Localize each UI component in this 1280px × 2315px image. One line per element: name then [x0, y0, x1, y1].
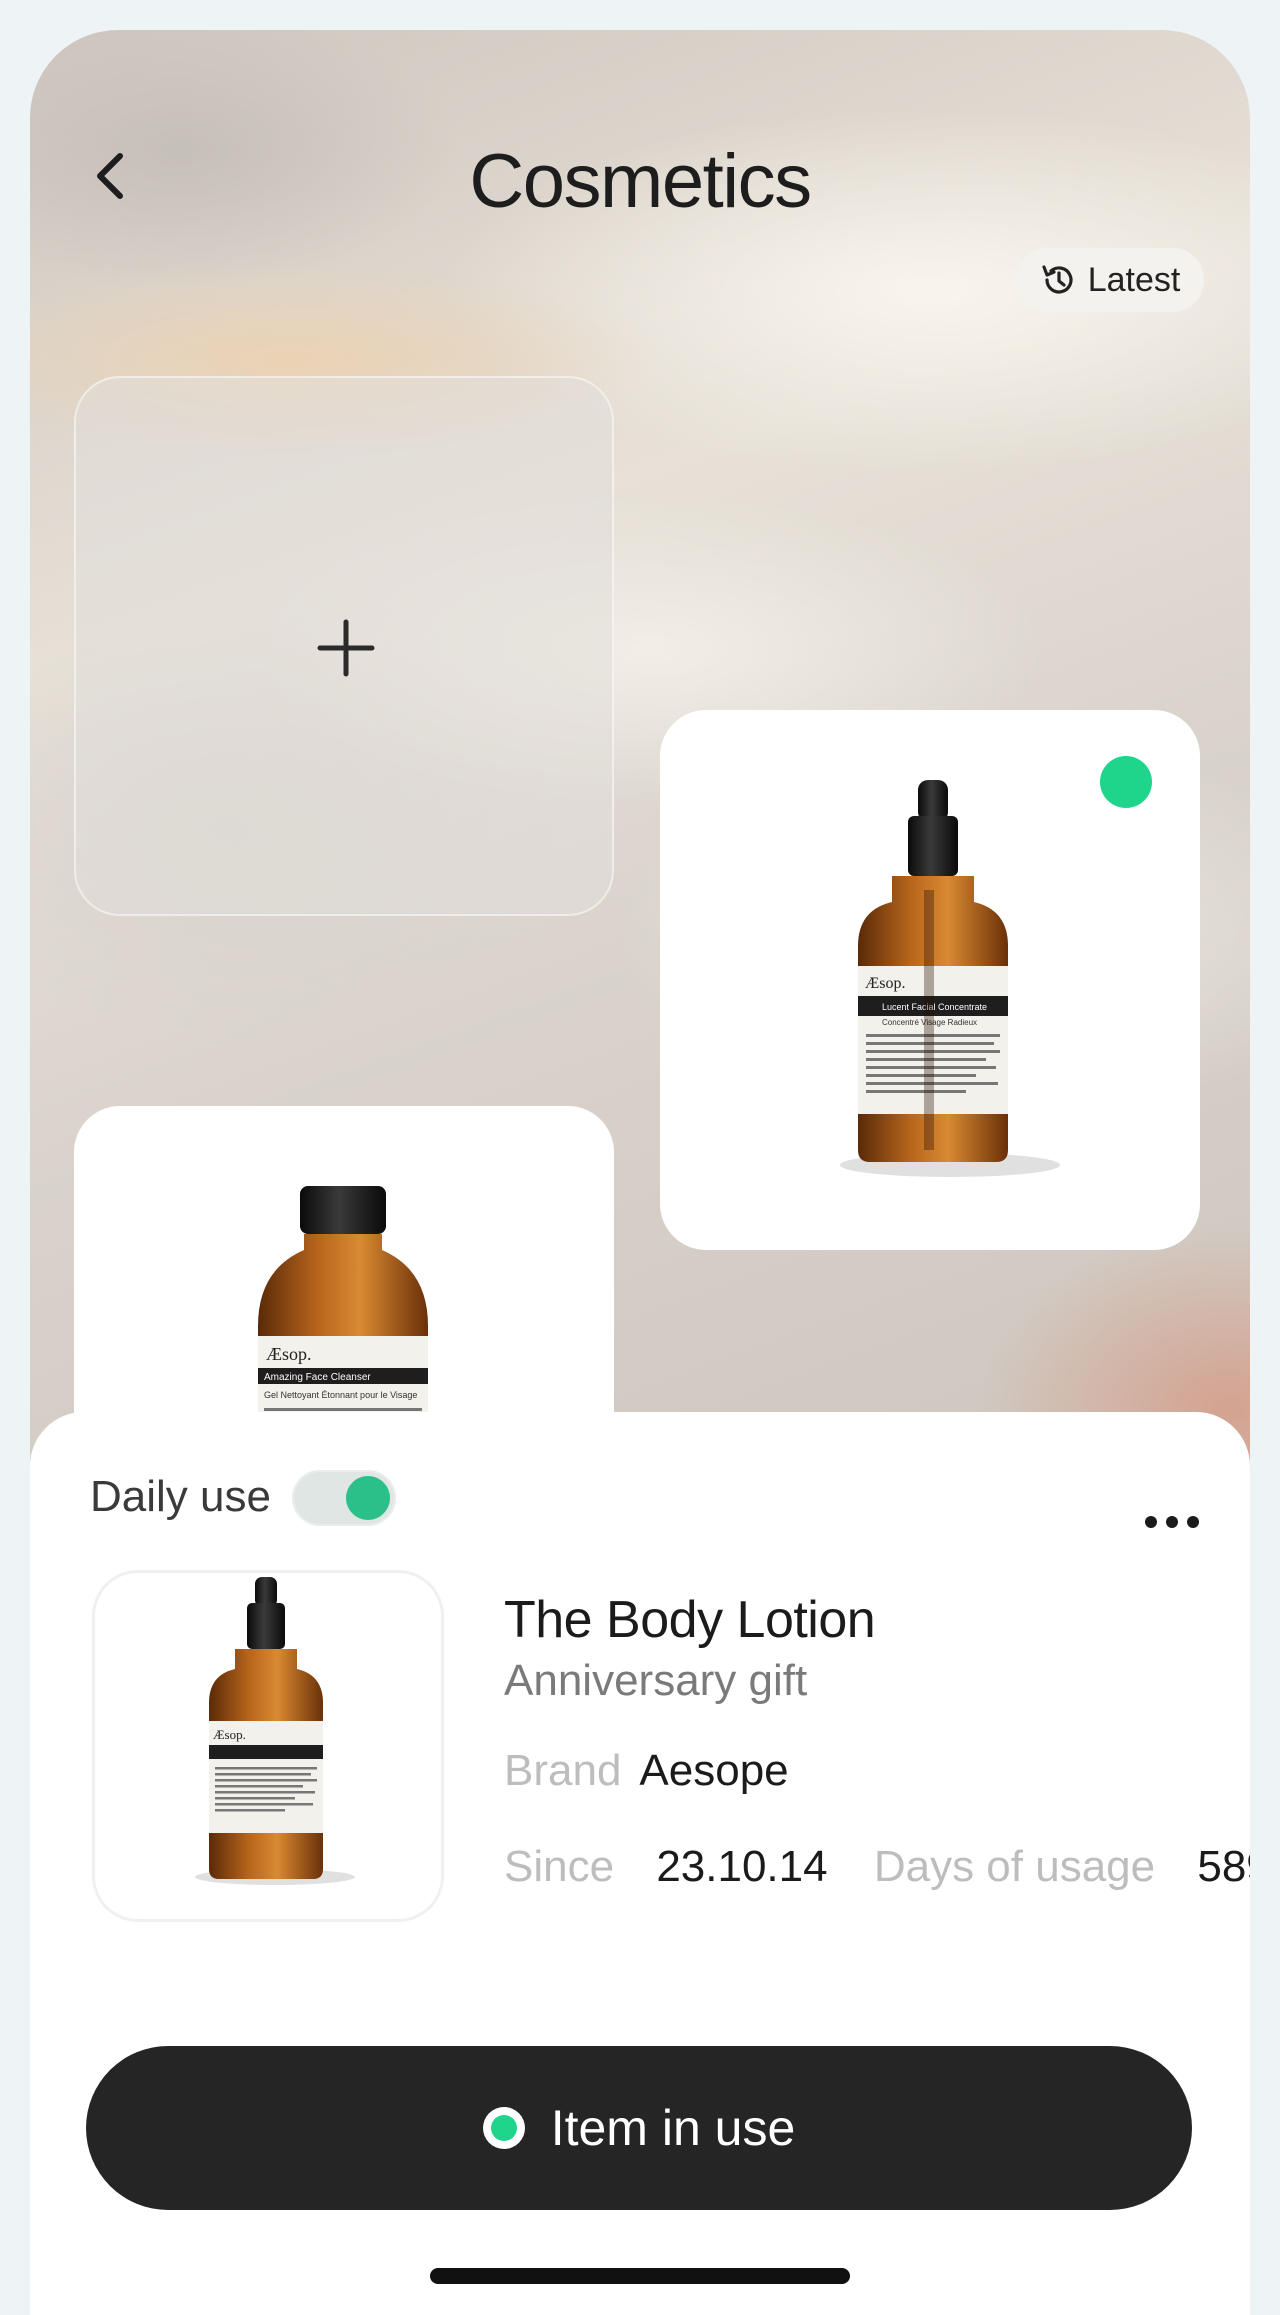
- product-thumbnail[interactable]: Æsop.: [92, 1570, 444, 1922]
- usage-row: Since 23.10.14 Days of usage 589: [504, 1842, 1250, 1892]
- page-title: Cosmetics: [469, 139, 812, 224]
- brand-row: Brand Aesope: [504, 1746, 789, 1796]
- serum-bottle-image: Æsop. Lucent Facial Concentrate Concentr…: [840, 780, 1060, 1177]
- in-use-indicator-icon: [482, 2107, 525, 2149]
- cleanser-bottle-subname: Gel Nettoyant Étonnant pour le Visage: [264, 1390, 417, 1400]
- brand-label: Brand: [504, 1746, 622, 1795]
- item-in-use-label: Item in use: [550, 2100, 796, 2156]
- since-value: 23.10.14: [656, 1842, 828, 1891]
- serum-bottle-name: Lucent Facial Concentrate: [882, 1002, 987, 1012]
- serum-bottle-brand: Æsop.: [865, 975, 905, 992]
- days-of-usage-value: 589: [1197, 1842, 1250, 1891]
- product-card-serum[interactable]: Æsop. Lucent Facial Concentrate Concentr…: [660, 710, 1200, 1250]
- device-frame: Cosmetics Latest Æsop. Lucent Facial Con…: [0, 0, 1280, 2315]
- cleanser-bottle-brand: Æsop.: [266, 1344, 312, 1364]
- app-screen: Cosmetics Latest Æsop. Lucent Facial Con…: [30, 30, 1250, 2315]
- history-icon: [1042, 265, 1073, 294]
- brand-value: Aesope: [639, 1746, 789, 1795]
- add-item-card[interactable]: [74, 376, 614, 916]
- plus-icon: [317, 619, 375, 677]
- days-of-usage-label: Days of usage: [873, 1842, 1156, 1891]
- sort-latest-button[interactable]: Latest: [1016, 248, 1204, 312]
- product-name: The Body Lotion: [504, 1591, 876, 1649]
- daily-use-label: Daily use: [90, 1472, 271, 1521]
- more-horizontal-icon[interactable]: [1144, 1515, 1200, 1529]
- toggle-knob: [346, 1476, 390, 1520]
- since-label: Since: [504, 1842, 615, 1891]
- product-subtitle: Anniversary gift: [504, 1656, 808, 1705]
- item-in-use-button[interactable]: Item in use: [86, 2046, 1192, 2210]
- sort-latest-label: Latest: [1087, 260, 1181, 299]
- serum-thumbnail-image: Æsop.: [195, 1577, 355, 1885]
- cleanser-bottle-name: Amazing Face Cleanser: [264, 1372, 371, 1383]
- daily-use-toggle[interactable]: [292, 1470, 396, 1526]
- home-indicator[interactable]: [430, 2268, 850, 2284]
- thumbnail-bottle-brand: Æsop.: [213, 1727, 246, 1742]
